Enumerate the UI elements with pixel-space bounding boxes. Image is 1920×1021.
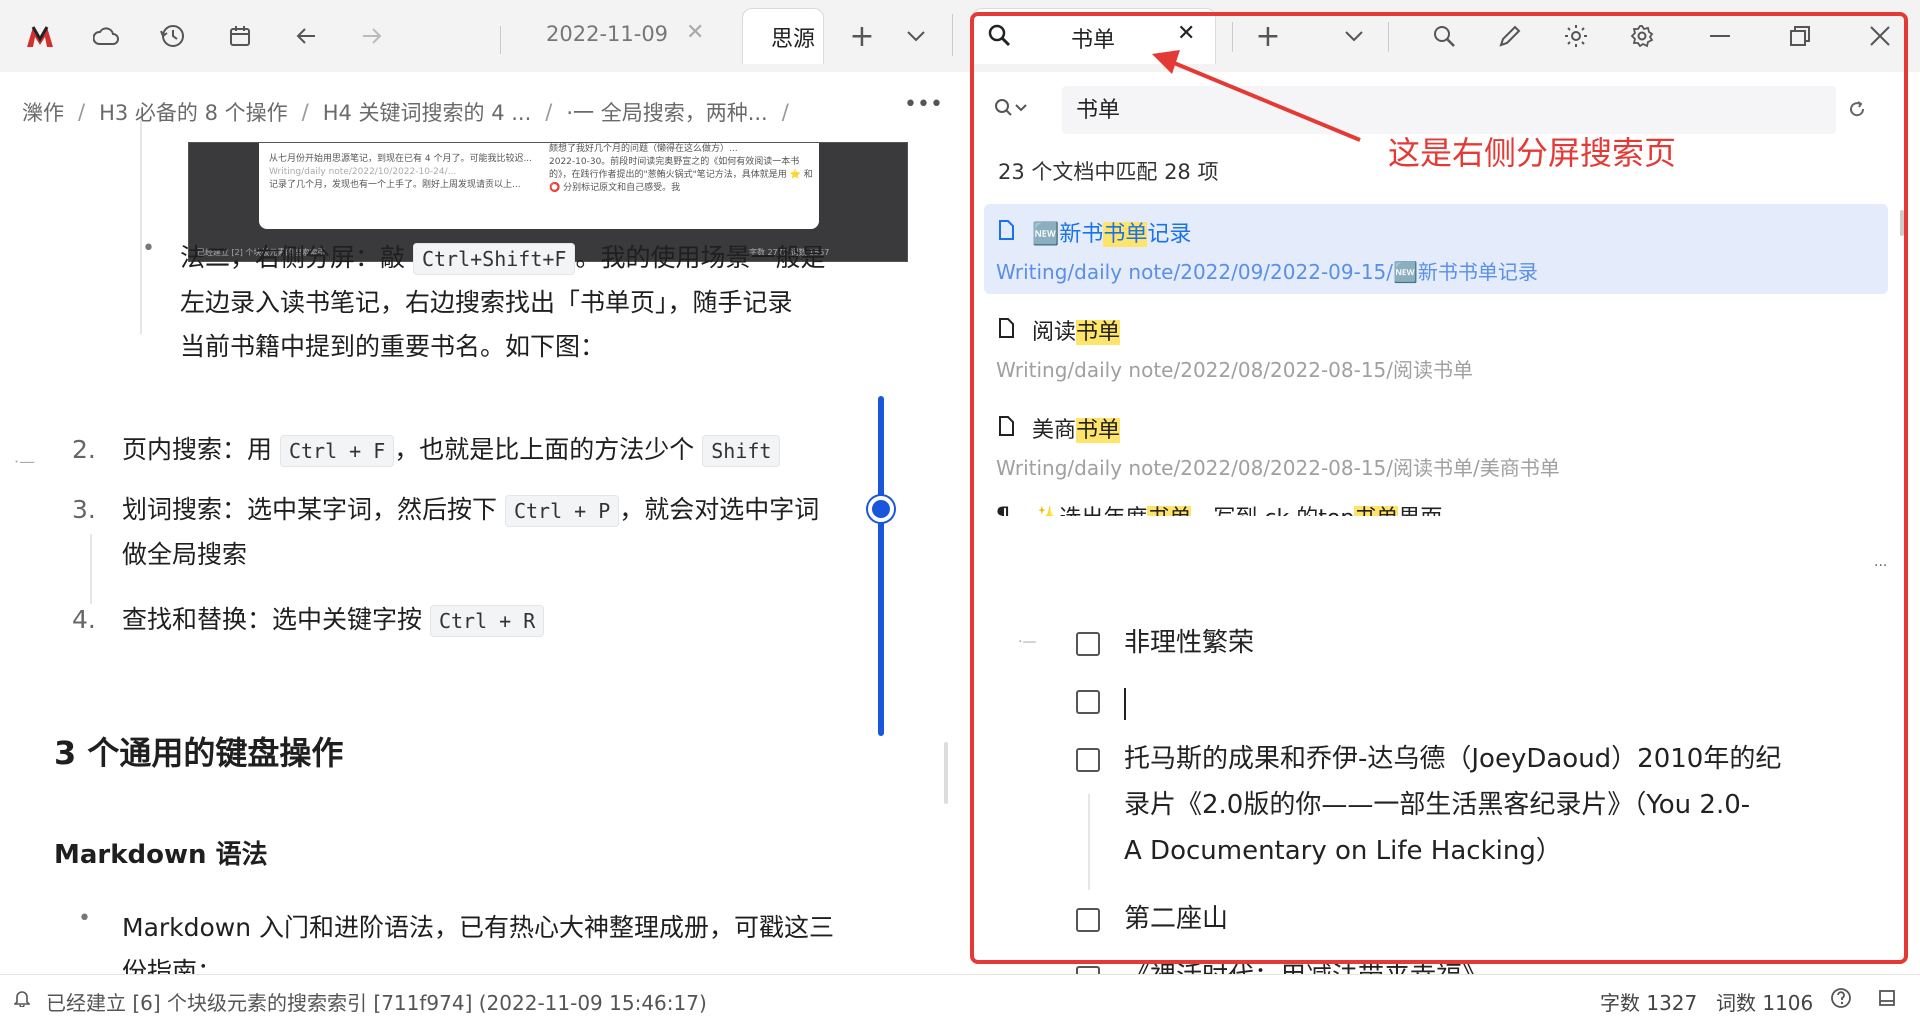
result-path: Writing/daily note/2022/09/2022-09-15/🆕新… [996,260,1538,284]
search-result-clipped[interactable]: ¶ ✨选出年度书单，写到 ck 的top书单界面 [984,498,1888,516]
document-icon [998,220,1014,240]
more-options-icon[interactable]: ••• [904,92,943,117]
method2-paragraph[interactable]: 法二，右侧分屏：敲 Ctrl+Shift+F 。我的使用场景一般是 左边录入读书笔… [180,236,920,369]
scroll-slider-track[interactable] [878,396,884,736]
close-window-icon[interactable] [1860,16,1900,56]
search-summary: 23 个文档中匹配 28 项 [998,160,1219,184]
bullet-dot: • [78,906,91,931]
top-toolbar: 2022-11-09 ✕ 思源 + 书单 ✕ + [0,0,1920,72]
active-tab-label: 思源 [771,27,816,52]
pane-divider [952,14,953,56]
kbd-shortcut: Shift [702,435,781,467]
editor-left-panel: 濼作 / H3 必备的 8 个操作 / H4 关键词搜索的 4 ... / ·一 全局… [8,72,952,982]
index-status-message: 已经建立 [6] 个块级元素的搜索索引 [711f974] (2022-11-0… [46,991,707,1015]
global-search-icon[interactable] [1424,16,1464,56]
breadcrumb: 濼作 / H3 必备的 8 个操作 / H4 关键词搜索的 4 ... / ·一 全局… [22,92,789,132]
task-checkbox[interactable] [1076,690,1100,718]
item3-paragraph[interactable]: 划词搜索：选中某字词，然后按下 Ctrl + P ，就会对选中字词 做全局搜索 [122,488,922,577]
list-number: 3. [72,495,96,524]
bell-icon[interactable] [14,989,30,1007]
settings-gear-icon[interactable] [1622,16,1662,56]
task-text[interactable]: 非理性繁荣 [1124,620,1254,666]
history-icon[interactable] [153,16,193,56]
cloud-sync-icon[interactable] [86,16,126,56]
screenshot-left-text: 从七月份开始用思源笔记，到现在已有 4 个月了。可能我比较迟... Writin… [269,154,533,190]
paragraph-icon: ¶ [996,504,1010,516]
annotation-label: 这是右侧分屏搜索页 [1388,134,1677,172]
task-checkbox[interactable] [1076,908,1100,936]
task-text[interactable]: 托马斯的成果和乔伊-达乌德（JoeyDaoud）2010年的纪 录片《2.0版的… [1124,736,1884,874]
result-title: ✨选出年度书单，写到 ck 的top书单界面 [1032,500,1442,516]
result-title: 🆕新书书单记录 [1032,222,1192,247]
restore-window-icon[interactable] [1780,16,1820,56]
drag-handle-icon[interactable]: ·— [14,452,35,471]
search-result-selected[interactable]: 🆕新书书单记录 Writing/daily note/2022/09/2022-… [984,204,1888,294]
toolbar-divider [500,26,501,54]
search-options-icon[interactable] [994,98,1030,118]
breadcrumb-item[interactable]: H4 关键词搜索的 4 ... [323,97,532,127]
markdown-paragraph[interactable]: Markdown 入门和进阶语法，已有热心大神整理成册，可戳这三 份指南： [122,906,942,982]
theme-sun-icon[interactable] [1556,16,1596,56]
term-count: 词数 1106 [1716,991,1814,1015]
kbd-shortcut: Ctrl + F [279,435,395,467]
toolbar-divider [1388,22,1389,52]
breadcrumb-item[interactable]: 濼作 [22,97,64,127]
editor-scrollbar[interactable] [944,742,948,804]
app-logo-icon[interactable] [20,16,60,56]
active-tab[interactable]: 思源 [742,8,824,64]
result-path: Writing/daily note/2022/08/2022-08-15/阅读… [996,456,1560,480]
status-bar: 已经建立 [6] 个块级元素的搜索索引 [711f974] (2022-11-0… [0,974,1920,1021]
task-text[interactable]: 第二座山 [1124,896,1228,942]
forward-arrow-icon[interactable] [352,16,392,56]
date-tab-label[interactable]: 2022-11-09 [546,22,668,46]
list-guide-line [90,534,92,604]
close-tab-icon[interactable]: ✕ [686,20,704,45]
list-number: 4. [72,605,96,634]
word-count: 字数 1327 [1600,991,1698,1015]
list-number: 2. [72,435,96,464]
resize-handle-icon[interactable]: ··· [1874,558,1887,574]
list-guide-line [1088,794,1090,890]
calendar-icon[interactable] [220,16,260,56]
breadcrumb-item[interactable]: H3 必备的 8 个操作 [99,97,288,127]
heading-keyboard-ops[interactable]: 3 个通用的键盘操作 [54,728,343,774]
document-icon [998,318,1014,338]
result-title: 美商书单 [1032,418,1121,443]
add-tab-icon[interactable]: + [842,16,882,56]
result-title: 阅读书单 [1032,320,1121,345]
results-scrollbar[interactable] [1900,210,1904,236]
screenshot-popup: 从七月份开始用思源笔记，到现在已有 4 个月了。可能我比较迟... Writin… [259,143,819,229]
back-arrow-icon[interactable] [286,16,326,56]
kbd-shortcut: Ctrl + R [429,605,545,637]
heading-markdown[interactable]: Markdown 语法 [54,834,268,871]
text-cursor [1124,688,1126,720]
kbd-shortcut: Ctrl + P [504,495,620,527]
minimize-icon[interactable] [1700,16,1740,56]
search-pane: 23 个文档中匹配 28 项 🆕新书书单记录 Writing/daily not… [968,72,1920,1021]
kbd-shortcut: Ctrl+Shift+F [412,243,576,275]
item4-paragraph[interactable]: 查找和替换：选中关键字按 Ctrl + R [122,598,922,643]
search-tab-label: 书单 [1071,28,1116,53]
list-guide-line [140,120,142,334]
search-icon [987,23,1011,47]
screenshot-right-text: 颇想了我好几个月的问题（懒得在这么做方）... 2022-10-30。前段时间读… [549,144,813,193]
search-result[interactable]: 阅读书单 Writing/daily note/2022/08/2022-08-… [984,302,1888,392]
scroll-slider-handle[interactable] [868,496,894,522]
breadcrumb-item[interactable]: ·一 全局搜索，两种... [566,97,767,127]
task-checkbox[interactable] [1076,748,1100,776]
refresh-icon[interactable] [1848,100,1866,118]
annotation-arrow-icon [1152,50,1361,142]
task-checkbox[interactable] [1076,632,1100,660]
drag-handle-icon[interactable]: ·— [1018,634,1036,650]
chevron-down-icon[interactable] [896,16,936,56]
result-path: Writing/daily note/2022/08/2022-08-15/阅读… [996,358,1474,382]
document-icon [998,416,1014,436]
item2-paragraph[interactable]: 页内搜索：用 Ctrl + F ，也就是比上面的方法少个 Shift [122,428,922,473]
pencil-icon[interactable] [1490,16,1530,56]
search-result[interactable]: 美商书单 Writing/daily note/2022/08/2022-08-… [984,400,1888,490]
help-icon[interactable] [1830,987,1852,1009]
bullet-dot: • [142,236,155,261]
dock-panel-icon[interactable] [1878,989,1896,1007]
